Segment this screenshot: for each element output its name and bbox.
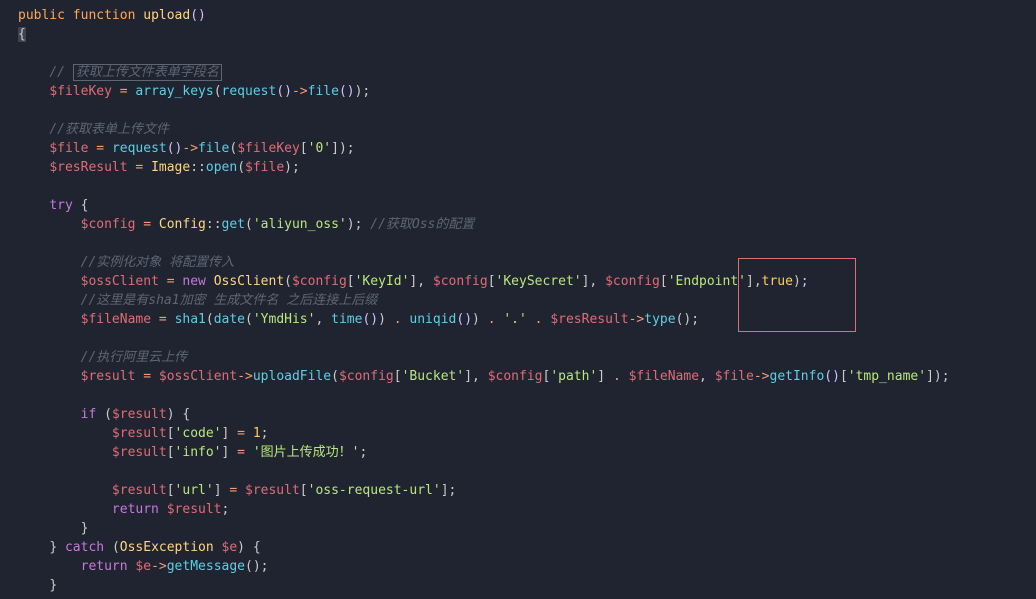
keyword-public: public: [18, 8, 65, 23]
variable: $file: [245, 160, 284, 175]
comment: //获取表单上传文件: [49, 122, 169, 137]
comment-highlighted: 获取上传文件表单字段名: [73, 64, 222, 81]
class-name: Image: [151, 160, 190, 175]
function-call: request: [222, 84, 277, 99]
keyword-try: try: [49, 198, 72, 213]
comment: //: [49, 65, 72, 80]
string: 'aliyun_oss': [253, 217, 347, 232]
operator: =: [120, 84, 128, 99]
keyword-return: return: [112, 502, 159, 517]
comment: //执行阿里云上传: [81, 350, 188, 365]
comment: //这里是有sha1加密 生成文件名 之后连接上后缀: [81, 293, 378, 308]
class-name: Config: [159, 217, 206, 232]
function-call: array_keys: [135, 84, 213, 99]
keyword-new: new: [182, 274, 205, 289]
brace-selected: {: [18, 27, 26, 42]
keyword-if: if: [81, 407, 97, 422]
variable: $fileKey: [237, 141, 300, 156]
variable: $config: [81, 217, 136, 232]
method: open: [206, 160, 237, 175]
code-editor[interactable]: public function upload() { // 获取上传文件表单字段…: [0, 6, 1036, 595]
paren: (): [190, 8, 206, 23]
keyword-catch: catch: [65, 540, 104, 555]
keyword-function: function: [73, 8, 136, 23]
method: get: [222, 217, 245, 232]
string: '0': [308, 141, 331, 156]
comment: //实例化对象 将配置传入: [81, 255, 234, 270]
function-call: file: [308, 84, 339, 99]
function-call: request: [112, 141, 167, 156]
code-block: public function upload() { // 获取上传文件表单字段…: [0, 6, 1036, 595]
number: 1: [253, 426, 261, 441]
variable: $fileName: [81, 312, 151, 327]
function-call: file: [198, 141, 229, 156]
function-name: upload: [143, 8, 190, 23]
class-name: OssClient: [214, 274, 284, 289]
class-name: OssException: [120, 540, 214, 555]
boolean: true: [762, 274, 793, 289]
variable: $resResult: [49, 160, 127, 175]
variable: $file: [49, 141, 88, 156]
variable: $ossClient: [81, 274, 159, 289]
comment: //获取Oss的配置: [370, 217, 474, 232]
keyword-return: return: [81, 559, 128, 574]
variable: $result: [81, 369, 136, 384]
variable: $fileKey: [49, 84, 112, 99]
